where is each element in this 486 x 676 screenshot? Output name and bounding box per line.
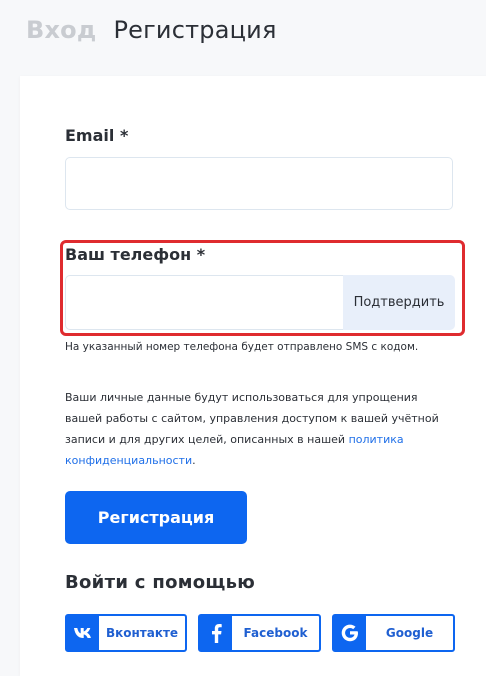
vk-login-button[interactable]: Вконтакте [65, 614, 187, 652]
auth-tabs: Вход Регистрация [26, 16, 277, 44]
facebook-label: Facebook [243, 626, 308, 640]
google-icon [334, 616, 366, 650]
phone-label: Ваш телефон * [65, 245, 206, 264]
confirm-phone-button[interactable]: Подтвердить [343, 275, 455, 330]
social-login-heading: Войти с помощью [65, 572, 256, 593]
tab-login[interactable]: Вход [26, 16, 96, 44]
google-label: Google [385, 626, 434, 640]
vk-icon [67, 616, 99, 650]
privacy-end: . [192, 454, 196, 467]
facebook-login-button[interactable]: Facebook [198, 614, 321, 652]
sms-note: На указанный номер телефона будет отправ… [65, 341, 419, 353]
email-label: Email * [65, 126, 129, 145]
tab-register[interactable]: Регистрация [113, 16, 276, 44]
phone-field[interactable] [65, 275, 343, 330]
facebook-icon [200, 616, 232, 650]
vk-label: Вконтакте [105, 626, 179, 640]
google-login-button[interactable]: Google [332, 614, 455, 652]
email-field[interactable] [65, 157, 453, 210]
register-button[interactable]: Регистрация [65, 491, 247, 544]
privacy-notice: Ваши личные данные будут использоваться … [65, 387, 455, 471]
